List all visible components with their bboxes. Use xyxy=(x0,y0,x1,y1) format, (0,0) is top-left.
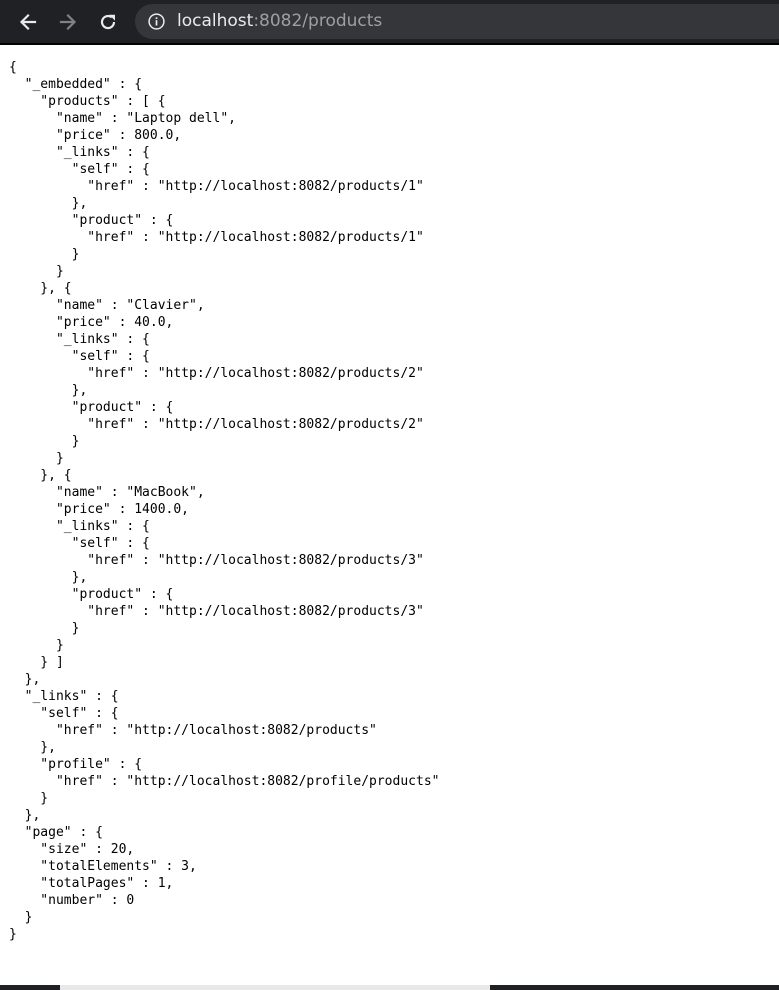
json-line: { xyxy=(9,60,17,75)
json-line: "href" : "http://localhost:8082/products… xyxy=(9,179,424,194)
json-line: }, xyxy=(9,570,88,585)
address-bar[interactable]: localhost:8082/products xyxy=(135,4,779,39)
json-line: "href" : "http://localhost:8082/products… xyxy=(9,553,424,568)
json-line: } xyxy=(9,264,64,279)
json-line: }, xyxy=(9,383,88,398)
horizontal-scrollbar[interactable] xyxy=(0,985,779,990)
browser-toolbar: localhost:8082/products xyxy=(0,0,779,43)
json-line: }, xyxy=(9,808,41,823)
json-line: "price" : 800.0, xyxy=(9,128,182,143)
info-icon[interactable] xyxy=(147,12,166,31)
reload-button[interactable] xyxy=(94,8,122,36)
json-line: } xyxy=(9,451,64,466)
json-line: "size" : 20, xyxy=(9,842,135,857)
json-line: "_links" : { xyxy=(9,689,119,704)
json-line: "href" : "http://localhost:8082/products… xyxy=(9,723,377,738)
json-line: "self" : { xyxy=(9,162,150,177)
json-line: "href" : "http://localhost:8082/products… xyxy=(9,230,424,245)
json-line: } xyxy=(9,434,80,449)
json-line: "number" : 0 xyxy=(9,893,135,908)
json-line: "href" : "http://localhost:8082/profile/… xyxy=(9,774,440,789)
json-line: "_links" : { xyxy=(9,519,150,534)
json-line: "name" : "Laptop dell", xyxy=(9,111,236,126)
json-line: "price" : 1400.0, xyxy=(9,502,190,517)
json-line: "totalPages" : 1, xyxy=(9,876,174,891)
json-line: } ] xyxy=(9,655,64,670)
json-line: }, xyxy=(9,740,56,755)
json-line: "href" : "http://localhost:8082/products… xyxy=(9,366,424,381)
json-line: "product" : { xyxy=(9,213,174,228)
reload-icon xyxy=(100,14,116,30)
json-line: "self" : { xyxy=(9,706,119,721)
json-line: } xyxy=(9,621,80,636)
scrollbar-thumb[interactable] xyxy=(60,985,490,990)
json-line: "self" : { xyxy=(9,536,150,551)
json-line: }, xyxy=(9,196,88,211)
json-line: "name" : "Clavier", xyxy=(9,298,205,313)
back-arrow-icon xyxy=(19,13,37,31)
json-line: }, xyxy=(9,672,41,687)
json-line: }, { xyxy=(9,281,72,296)
json-line: "totalElements" : 3, xyxy=(9,859,197,874)
json-line: "price" : 40.0, xyxy=(9,315,174,330)
url-text[interactable]: localhost:8082/products xyxy=(177,12,382,31)
url-path: :8082/products xyxy=(253,11,383,31)
json-line: "page" : { xyxy=(9,825,103,840)
json-line: "product" : { xyxy=(9,587,174,602)
forward-button[interactable] xyxy=(54,8,82,36)
json-line: } xyxy=(9,247,80,262)
json-line: } xyxy=(9,638,64,653)
json-line: "profile" : { xyxy=(9,757,143,772)
url-host: localhost xyxy=(177,11,254,31)
json-line: } xyxy=(9,791,49,806)
json-line: "self" : { xyxy=(9,349,150,364)
json-response-body: { "_embedded" : { "products" : [ { "name… xyxy=(9,59,439,943)
forward-arrow-icon xyxy=(59,13,77,31)
json-line: } xyxy=(9,927,17,942)
json-line: "name" : "MacBook", xyxy=(9,485,205,500)
json-line: "href" : "http://localhost:8082/products… xyxy=(9,417,424,432)
json-line: "product" : { xyxy=(9,400,174,415)
json-line: "href" : "http://localhost:8082/products… xyxy=(9,604,424,619)
json-line: "_embedded" : { xyxy=(9,77,143,92)
json-line: "_links" : { xyxy=(9,145,150,160)
json-line: "_links" : { xyxy=(9,332,150,347)
json-line: }, { xyxy=(9,468,72,483)
toolbar-divider xyxy=(0,43,779,45)
json-line: "products" : [ { xyxy=(9,94,166,109)
back-button[interactable] xyxy=(14,8,42,36)
json-line: } xyxy=(9,910,33,925)
